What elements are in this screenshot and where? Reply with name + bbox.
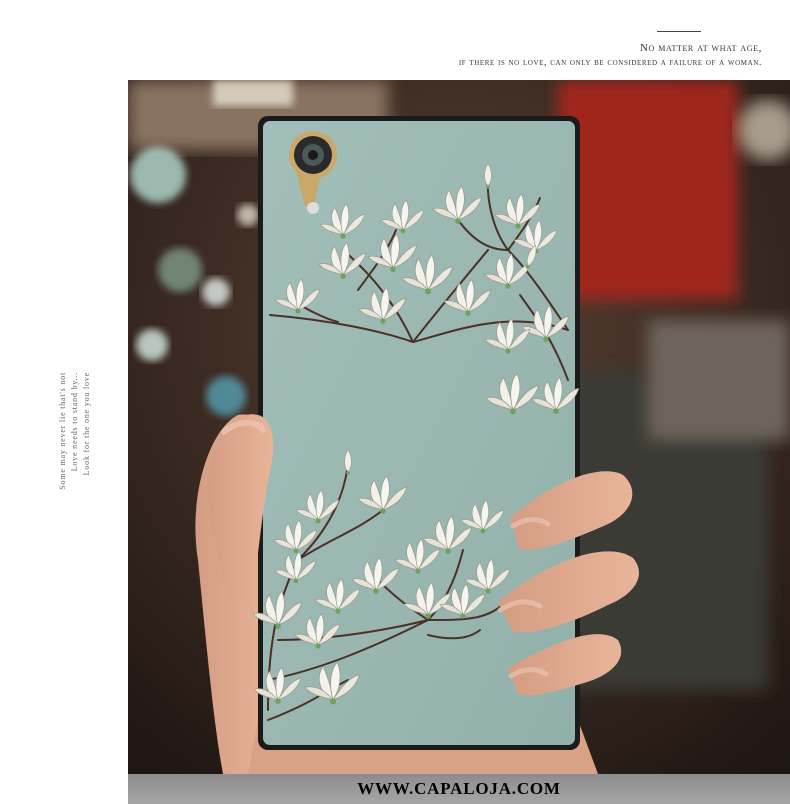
side-text-line: Look for the one you love bbox=[82, 372, 91, 476]
watermark-bar: WWW.CAPALOJA.COM bbox=[128, 774, 790, 804]
side-text-line: Some may never lie that's not bbox=[58, 372, 67, 490]
side-text-line: Love needs to stand by... bbox=[70, 372, 79, 472]
product-photo bbox=[128, 80, 790, 774]
quote-line-1: No matter at what age, bbox=[640, 42, 762, 54]
side-vertical-text: Some may never lie that's not Love needs… bbox=[58, 372, 98, 582]
watermark-text: WWW.CAPALOJA.COM bbox=[357, 779, 561, 798]
quote-line-2: if there is no love, can only be conside… bbox=[458, 57, 762, 68]
top-divider bbox=[657, 31, 701, 32]
